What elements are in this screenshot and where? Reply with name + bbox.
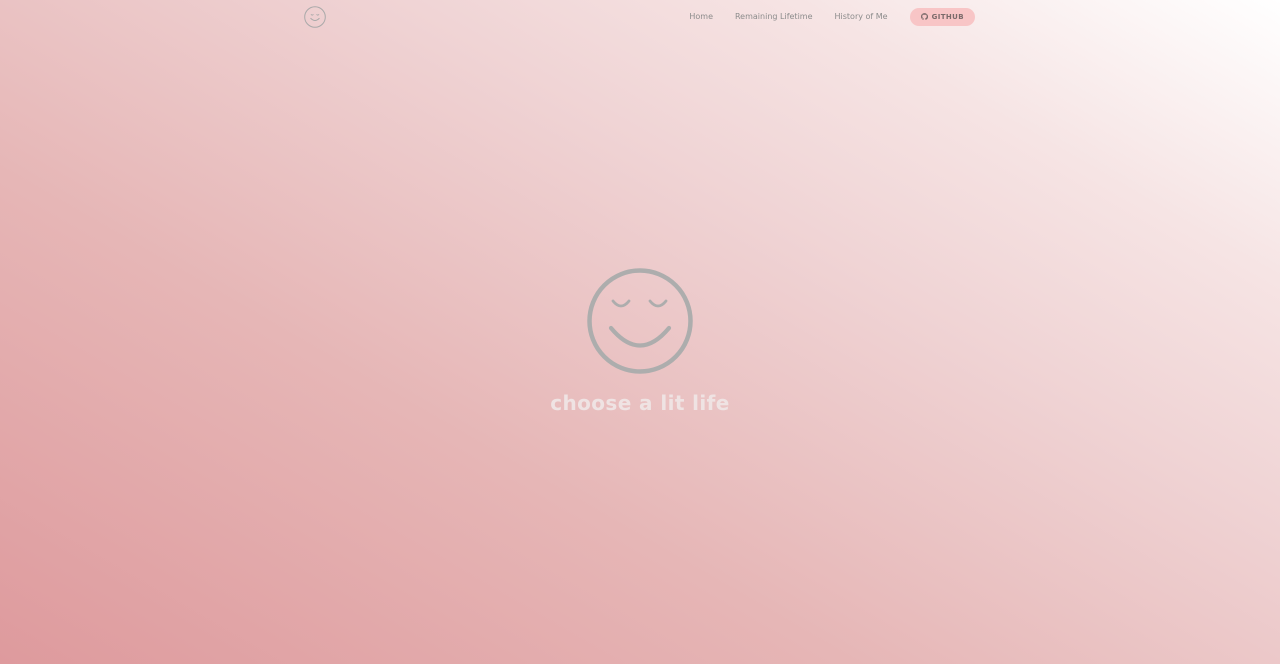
page: Home Remaining Lifetime History of Me GI… [0, 0, 1280, 664]
github-button-label: GITHUB [931, 12, 964, 21]
nav-links: Home Remaining Lifetime History of Me GI… [689, 0, 975, 33]
github-icon [920, 13, 928, 20]
smiley-face-icon [586, 267, 694, 375]
github-button[interactable]: GITHUB [909, 7, 975, 26]
hero-tagline: choose a lit life [550, 391, 730, 415]
smiley-logo-icon[interactable] [303, 5, 327, 29]
nav-link-home[interactable]: Home [689, 12, 713, 21]
top-navbar: Home Remaining Lifetime History of Me GI… [0, 0, 1280, 33]
nav-link-remaining-lifetime[interactable]: Remaining Lifetime [735, 12, 813, 21]
nav-link-history-of-me[interactable]: History of Me [835, 12, 888, 21]
